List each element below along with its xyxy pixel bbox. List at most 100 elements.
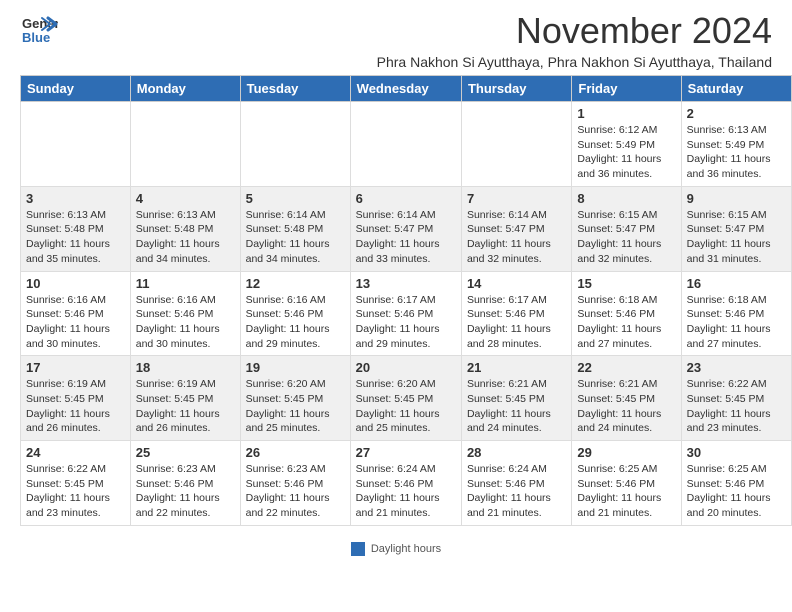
calendar-week-row: 10 Sunrise: 6:16 AMSunset: 5:46 PMDayligh… bbox=[21, 271, 792, 356]
calendar-day-cell: 29Sunrise: 6:25 AMSunset: 5:46 PMDayligh… bbox=[572, 441, 681, 526]
calendar-day-cell: 13Sunrise: 6:17 AMSunset: 5:46 PMDayligh… bbox=[350, 271, 461, 356]
day-of-week-header: Saturday bbox=[681, 76, 791, 102]
calendar-week-row: 24 Sunrise: 6:22 AMSunset: 5:45 PMDayligh… bbox=[21, 441, 792, 526]
calendar-day-cell: 1 Sunrise: 6:12 AMSunset: 5:49 PMDaylight… bbox=[572, 102, 681, 187]
day-number: 28 bbox=[467, 445, 566, 460]
page-container: General Blue November 2024 Phra Nakhon S… bbox=[0, 0, 792, 562]
day-detail: Sunrise: 6:13 AMSunset: 5:48 PMDaylight:… bbox=[136, 208, 235, 267]
calendar-day-cell: 26 Sunrise: 6:23 AMSunset: 5:46 PMDayligh… bbox=[240, 441, 350, 526]
calendar-day-cell: 8Sunrise: 6:15 AMSunset: 5:47 PMDaylight… bbox=[572, 186, 681, 271]
calendar-day-cell: 3 Sunrise: 6:13 AMSunset: 5:48 PMDaylight… bbox=[21, 186, 131, 271]
calendar-day-cell: 18Sunrise: 6:19 AMSunset: 5:45 PMDayligh… bbox=[130, 356, 240, 441]
calendar-day-cell: 9Sunrise: 6:15 AMSunset: 5:47 PMDaylight… bbox=[681, 186, 791, 271]
svg-text:Blue: Blue bbox=[22, 30, 50, 45]
day-number: 7 bbox=[467, 191, 566, 206]
day-detail: Sunrise: 6:14 AMSunset: 5:47 PMDaylight:… bbox=[467, 208, 566, 267]
day-detail: Sunrise: 6:19 AMSunset: 5:45 PMDaylight:… bbox=[136, 377, 235, 436]
calendar-day-cell: 4 Sunrise: 6:13 AMSunset: 5:48 PMDaylight… bbox=[130, 186, 240, 271]
calendar-week-row: 3 Sunrise: 6:13 AMSunset: 5:48 PMDaylight… bbox=[21, 186, 792, 271]
location-title: Phra Nakhon Si Ayutthaya, Phra Nakhon Si… bbox=[78, 54, 772, 70]
day-number: 12 bbox=[246, 276, 345, 291]
day-number: 2 bbox=[687, 106, 786, 121]
calendar-day-cell: 10 Sunrise: 6:16 AMSunset: 5:46 PMDayligh… bbox=[21, 271, 131, 356]
day-number: 5 bbox=[246, 191, 345, 206]
day-detail: Sunrise: 6:18 AMSunset: 5:46 PMDaylight:… bbox=[577, 293, 675, 352]
day-number: 17 bbox=[26, 360, 125, 375]
day-of-week-header: Thursday bbox=[461, 76, 571, 102]
calendar-day-cell: 23Sunrise: 6:22 AMSunset: 5:45 PMDayligh… bbox=[681, 356, 791, 441]
day-detail: Sunrise: 6:23 AMSunset: 5:46 PMDaylight:… bbox=[136, 462, 235, 521]
day-detail: Sunrise: 6:14 AMSunset: 5:48 PMDaylight:… bbox=[246, 208, 345, 267]
day-detail: Sunrise: 6:22 AMSunset: 5:45 PMDaylight:… bbox=[687, 377, 786, 436]
day-detail: Sunrise: 6:13 AMSunset: 5:49 PMDaylight:… bbox=[687, 123, 786, 182]
logo-icon: General Blue bbox=[20, 10, 58, 53]
day-number: 27 bbox=[356, 445, 456, 460]
day-number: 29 bbox=[577, 445, 675, 460]
calendar-day-cell: 22Sunrise: 6:21 AMSunset: 5:45 PMDayligh… bbox=[572, 356, 681, 441]
day-detail: Sunrise: 6:22 AMSunset: 5:45 PMDaylight:… bbox=[26, 462, 125, 521]
calendar-table: SundayMondayTuesdayWednesdayThursdayFrid… bbox=[20, 75, 792, 526]
day-detail: Sunrise: 6:23 AMSunset: 5:46 PMDaylight:… bbox=[246, 462, 345, 521]
calendar-day-cell: 24 Sunrise: 6:22 AMSunset: 5:45 PMDayligh… bbox=[21, 441, 131, 526]
calendar-day-cell: 6Sunrise: 6:14 AMSunset: 5:47 PMDaylight… bbox=[350, 186, 461, 271]
day-detail: Sunrise: 6:14 AMSunset: 5:47 PMDaylight:… bbox=[356, 208, 456, 267]
calendar-day-cell: 12Sunrise: 6:16 AMSunset: 5:46 PMDayligh… bbox=[240, 271, 350, 356]
calendar-day-cell: 21 Sunrise: 6:21 AMSunset: 5:45 PMDayligh… bbox=[461, 356, 571, 441]
calendar-day-cell: 20Sunrise: 6:20 AMSunset: 5:45 PMDayligh… bbox=[350, 356, 461, 441]
day-number: 10 bbox=[26, 276, 125, 291]
day-detail: Sunrise: 6:15 AMSunset: 5:47 PMDaylight:… bbox=[687, 208, 786, 267]
day-number: 15 bbox=[577, 276, 675, 291]
day-detail: Sunrise: 6:15 AMSunset: 5:47 PMDaylight:… bbox=[577, 208, 675, 267]
day-detail: Sunrise: 6:13 AMSunset: 5:48 PMDaylight:… bbox=[26, 208, 125, 267]
day-detail: Sunrise: 6:18 AMSunset: 5:46 PMDaylight:… bbox=[687, 293, 786, 352]
calendar-day-cell bbox=[21, 102, 131, 187]
day-number: 13 bbox=[356, 276, 456, 291]
day-number: 24 bbox=[26, 445, 125, 460]
calendar-week-row: 1 Sunrise: 6:12 AMSunset: 5:49 PMDaylight… bbox=[21, 102, 792, 187]
day-number: 11 bbox=[136, 276, 235, 291]
calendar-day-cell: 27 Sunrise: 6:24 AMSunset: 5:46 PMDayligh… bbox=[350, 441, 461, 526]
header-row: SundayMondayTuesdayWednesdayThursdayFrid… bbox=[21, 76, 792, 102]
footer: Daylight hours bbox=[0, 536, 792, 562]
day-of-week-header: Monday bbox=[130, 76, 240, 102]
day-detail: Sunrise: 6:16 AMSunset: 5:46 PMDaylight:… bbox=[26, 293, 125, 352]
day-detail: Sunrise: 6:25 AMSunset: 5:46 PMDaylight:… bbox=[687, 462, 786, 521]
calendar-day-cell bbox=[461, 102, 571, 187]
day-of-week-header: Wednesday bbox=[350, 76, 461, 102]
header: General Blue November 2024 Phra Nakhon S… bbox=[0, 0, 792, 75]
calendar-day-cell: 17Sunrise: 6:19 AMSunset: 5:45 PMDayligh… bbox=[21, 356, 131, 441]
calendar-day-cell: 5 Sunrise: 6:14 AMSunset: 5:48 PMDaylight… bbox=[240, 186, 350, 271]
daylight-swatch bbox=[351, 542, 365, 556]
day-number: 25 bbox=[136, 445, 235, 460]
day-detail: Sunrise: 6:20 AMSunset: 5:45 PMDaylight:… bbox=[356, 377, 456, 436]
calendar-week-row: 17 Sunrise: 6:19 AMSunset: 5:45 PMDayligh… bbox=[21, 356, 792, 441]
day-detail: Sunrise: 6:17 AMSunset: 5:46 PMDaylight:… bbox=[467, 293, 566, 352]
day-detail: Sunrise: 6:24 AMSunset: 5:46 PMDaylight:… bbox=[356, 462, 456, 521]
calendar-day-cell: 19 Sunrise: 6:20 AMSunset: 5:45 PMDayligh… bbox=[240, 356, 350, 441]
day-number: 30 bbox=[687, 445, 786, 460]
day-detail: Sunrise: 6:16 AMSunset: 5:46 PMDaylight:… bbox=[136, 293, 235, 352]
day-detail: Sunrise: 6:20 AMSunset: 5:45 PMDaylight:… bbox=[246, 377, 345, 436]
day-number: 4 bbox=[136, 191, 235, 206]
day-number: 3 bbox=[26, 191, 125, 206]
day-number: 1 bbox=[577, 106, 675, 121]
day-number: 19 bbox=[246, 360, 345, 375]
svg-text:General: General bbox=[22, 16, 58, 31]
logo: General Blue bbox=[20, 10, 58, 53]
day-number: 21 bbox=[467, 360, 566, 375]
title-section: November 2024 Phra Nakhon Si Ayutthaya, … bbox=[58, 10, 772, 70]
day-detail: Sunrise: 6:12 AMSunset: 5:49 PMDaylight:… bbox=[577, 123, 675, 182]
month-title: November 2024 bbox=[78, 10, 772, 52]
calendar-wrapper: SundayMondayTuesdayWednesdayThursdayFrid… bbox=[0, 75, 792, 536]
calendar-day-cell: 11 Sunrise: 6:16 AMSunset: 5:46 PMDayligh… bbox=[130, 271, 240, 356]
calendar-day-cell: 15 Sunrise: 6:18 AMSunset: 5:46 PMDayligh… bbox=[572, 271, 681, 356]
calendar-day-cell bbox=[350, 102, 461, 187]
day-detail: Sunrise: 6:21 AMSunset: 5:45 PMDaylight:… bbox=[577, 377, 675, 436]
day-detail: Sunrise: 6:21 AMSunset: 5:45 PMDaylight:… bbox=[467, 377, 566, 436]
day-number: 26 bbox=[246, 445, 345, 460]
calendar-day-cell: 25 Sunrise: 6:23 AMSunset: 5:46 PMDayligh… bbox=[130, 441, 240, 526]
day-number: 14 bbox=[467, 276, 566, 291]
calendar-day-cell bbox=[130, 102, 240, 187]
calendar-day-cell: 14 Sunrise: 6:17 AMSunset: 5:46 PMDayligh… bbox=[461, 271, 571, 356]
calendar-header: SundayMondayTuesdayWednesdayThursdayFrid… bbox=[21, 76, 792, 102]
